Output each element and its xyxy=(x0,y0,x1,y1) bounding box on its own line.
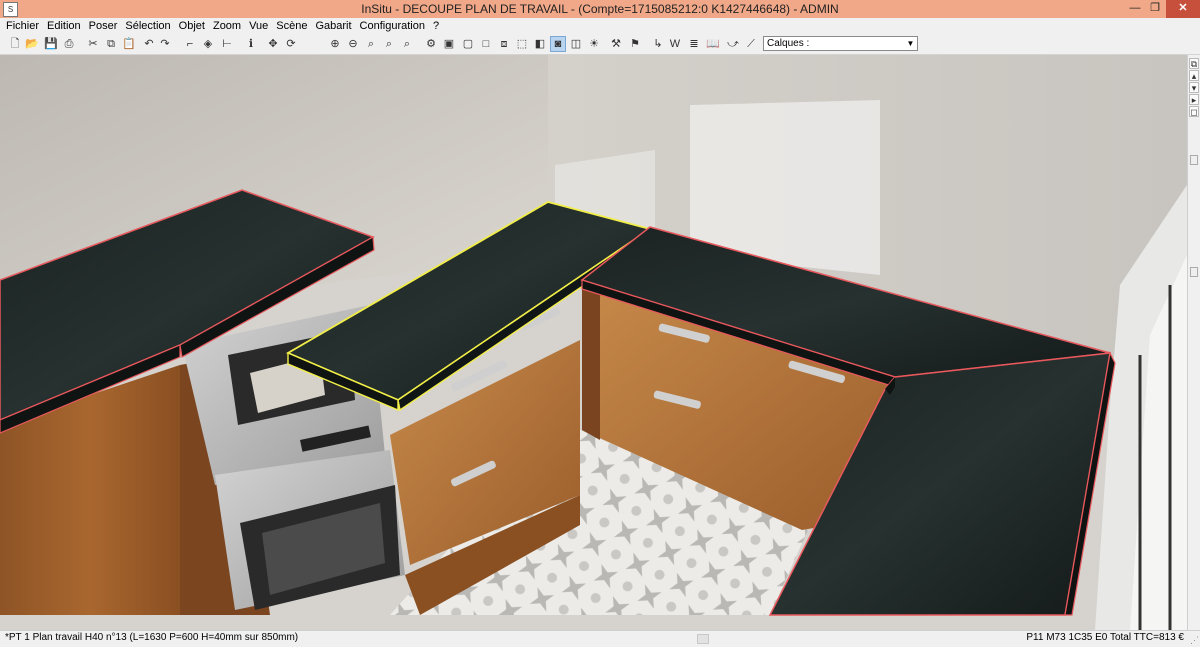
camera-view-icon[interactable]: ◙ xyxy=(550,36,566,52)
shaded-view-icon[interactable]: ⧈ xyxy=(497,37,511,51)
menu-bar: Fichier Edition Poser Sélection Objet Zoom Vue… xyxy=(0,18,1200,33)
kitchen-3d-render[interactable] xyxy=(0,55,1187,630)
chevron-down-icon: ▼ xyxy=(906,39,915,48)
curve-tool-icon[interactable]: ⤻ xyxy=(726,37,740,51)
undo-icon[interactable]: ↶ xyxy=(142,37,156,51)
page-icon[interactable]: ◻ xyxy=(1189,106,1199,117)
expand-icon[interactable]: ▸ xyxy=(1189,94,1199,105)
measure-tool-icon[interactable]: ⊢ xyxy=(220,37,234,51)
status-selection-info: *PT 1 Plan travail H40 n°13 (L=1630 P=60… xyxy=(5,632,299,643)
status-total-price: P11 M73 1C35 E0 Total TTC=813 € xyxy=(1026,632,1184,643)
app-icon[interactable]: S xyxy=(3,1,18,17)
splitter-handle[interactable] xyxy=(1190,155,1198,165)
zoom-in-icon[interactable]: ⊕ xyxy=(328,37,342,51)
menu-item[interactable]: ? xyxy=(429,20,443,32)
rotate-icon[interactable]: ⟳ xyxy=(284,37,298,51)
zoom-out-icon[interactable]: ⊖ xyxy=(346,37,360,51)
copy-icon[interactable]: ⧉ xyxy=(104,37,118,51)
light-icon[interactable]: ☀ xyxy=(587,37,601,51)
layers-dropdown[interactable]: Calques : ▼ xyxy=(763,36,918,51)
menu-item[interactable]: Sélection xyxy=(121,20,174,32)
menu-item[interactable]: Gabarit xyxy=(311,20,355,32)
render-camera-icon[interactable]: ⚙ xyxy=(424,37,438,51)
scroll-up-icon[interactable]: ▴ xyxy=(1189,70,1199,81)
menu-item[interactable]: Poser xyxy=(85,20,122,32)
layers-dropdown-label: Calques : xyxy=(767,38,810,49)
word-export-icon[interactable]: W xyxy=(668,37,682,51)
info-icon[interactable]: ℹ xyxy=(244,37,258,51)
scrollbar-thumb[interactable] xyxy=(697,634,709,644)
print-icon[interactable]: ⎙ xyxy=(62,37,76,51)
box-view-icon[interactable]: ⬚ xyxy=(515,37,529,51)
title-bar: S InSitu - DECOUPE PLAN DE TRAVAIL - (Co… xyxy=(0,0,1200,18)
texture-brush-icon[interactable]: ⚒ xyxy=(609,37,623,51)
pipe-tool-icon[interactable]: ⌐ xyxy=(183,37,197,51)
maximize-button[interactable]: ❐ xyxy=(1141,0,1169,18)
status-bar: *PT 1 Plan travail H40 n°13 (L=1630 P=60… xyxy=(0,630,1200,646)
menu-item[interactable]: Fichier xyxy=(0,20,43,32)
elevation-view-icon[interactable]: □ xyxy=(479,37,493,51)
redo-icon[interactable]: ↷ xyxy=(158,37,172,51)
menu-item[interactable]: Scène xyxy=(272,20,311,32)
photo-render-icon[interactable]: ◫ xyxy=(569,37,583,51)
window-title: InSitu - DECOUPE PLAN DE TRAVAIL - (Comp… xyxy=(361,2,839,16)
menu-item[interactable]: Objet xyxy=(175,20,209,32)
list-export-icon[interactable]: ≣ xyxy=(687,37,701,51)
cut-icon[interactable]: ✂ xyxy=(86,37,100,51)
side-tool-panel: ⧉ ▴ ▾ ▸ ◻ xyxy=(1187,55,1200,630)
zoom-window-icon[interactable]: ⌕ xyxy=(364,37,378,51)
menu-item[interactable]: Vue xyxy=(245,20,272,32)
plan-view-icon[interactable]: ▢ xyxy=(461,37,475,51)
scroll-down-icon[interactable]: ▾ xyxy=(1189,82,1199,93)
zoom-all-icon[interactable]: ⌕ xyxy=(382,37,396,51)
move-icon[interactable]: ✥ xyxy=(266,37,280,51)
3d-viewport[interactable] xyxy=(0,55,1187,630)
dimension-icon[interactable]: ↳ xyxy=(651,37,665,51)
splitter-handle[interactable] xyxy=(1190,267,1198,277)
save-icon[interactable]: 💾 xyxy=(44,37,58,51)
open-folder-icon[interactable]: 📂 xyxy=(25,37,39,51)
menu-item[interactable]: Edition xyxy=(43,20,85,32)
main-toolbar: 🗋 📂 💾 ⎙ ✂ ⧉ 📋 ↶ ↷ ⌐ ◈ ⊢ ℹ ✥ ⟳ ⊕ ⊖ ⌕ ⌕ ⌕ ⚙ ▣ ▢ □ ⧈ ⬚ ◧ ◙ ◫ ☀ ⚒ ⚑ ↳ W ≣ 📖 ⤻ ⟋ xyxy=(0,34,1200,55)
texture-tool-icon[interactable]: ◈ xyxy=(201,37,215,51)
3d-view-icon[interactable]: ◧ xyxy=(533,37,547,51)
new-file-icon[interactable]: 🗋 xyxy=(8,37,22,51)
copy-view-icon[interactable]: ⧉ xyxy=(1189,58,1199,69)
menu-item[interactable]: Configuration xyxy=(356,20,429,32)
close-button[interactable]: ✕ xyxy=(1166,0,1200,18)
line-tool-icon[interactable]: ⟋ xyxy=(744,37,758,51)
object-tool-icon[interactable]: ⚑ xyxy=(628,37,642,51)
book-icon[interactable]: 📖 xyxy=(706,37,720,51)
menu-item[interactable]: Zoom xyxy=(209,20,245,32)
wireframe-view-icon[interactable]: ▣ xyxy=(442,37,456,51)
paste-icon[interactable]: 📋 xyxy=(122,37,136,51)
zoom-previous-icon[interactable]: ⌕ xyxy=(400,37,414,51)
